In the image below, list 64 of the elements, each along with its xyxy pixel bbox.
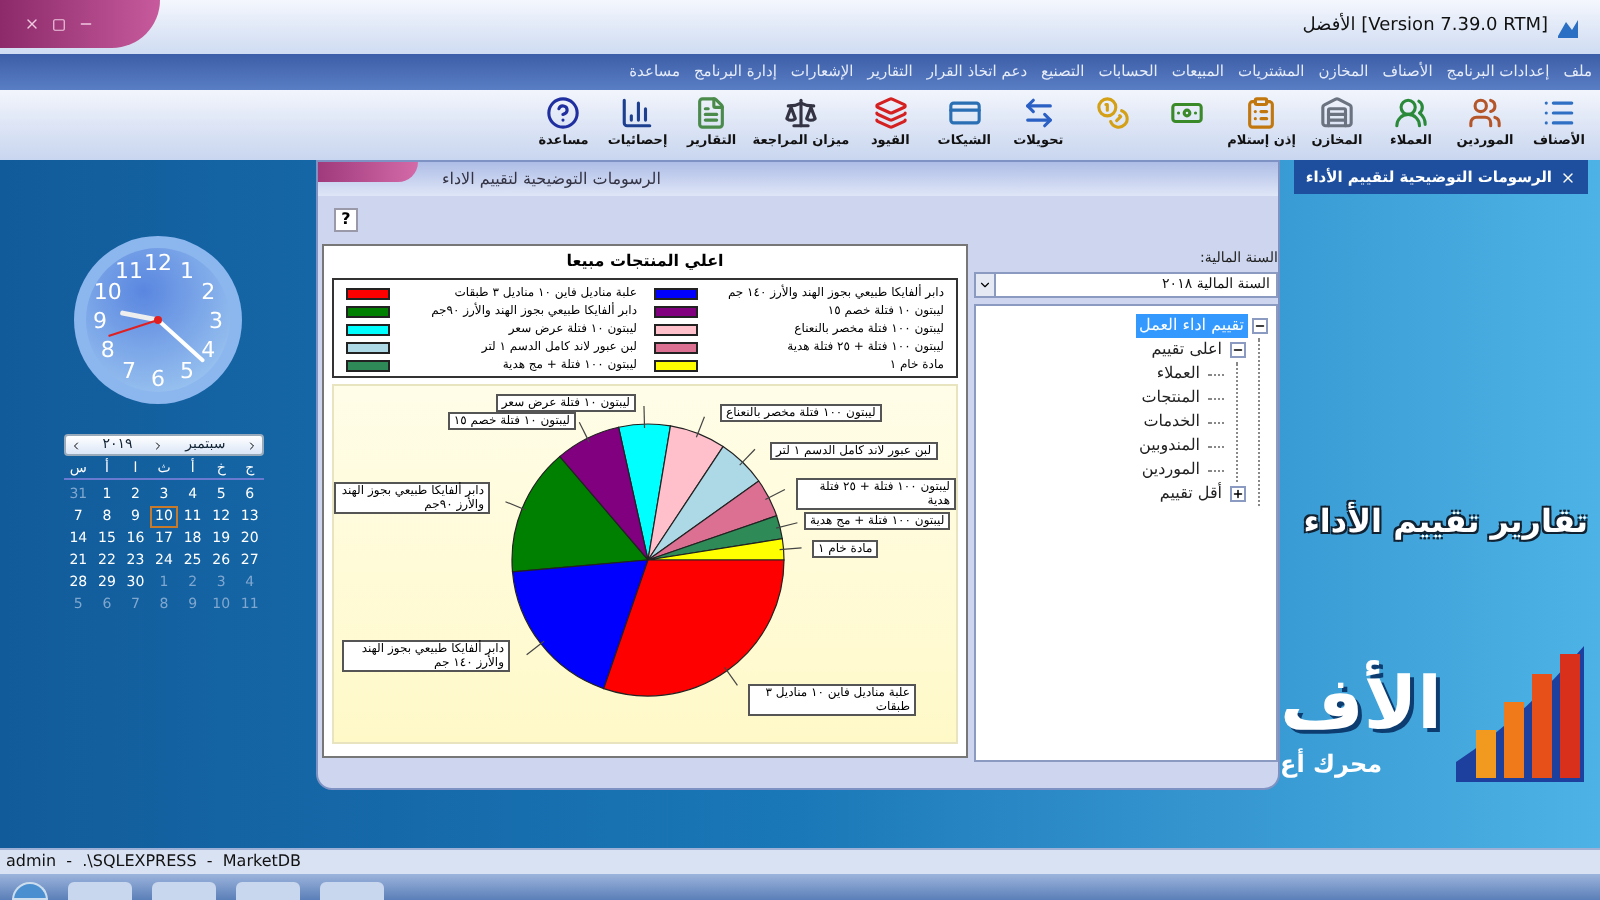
- clock-numeral: 7: [122, 358, 136, 385]
- leader-line: [695, 416, 706, 438]
- bar-chart-icon: [620, 96, 655, 130]
- tree-item[interactable]: العملاء: [1152, 362, 1204, 386]
- leader-line: [578, 421, 590, 443]
- clock-numeral: 11: [115, 257, 143, 284]
- people-icon: [1394, 96, 1428, 130]
- clock-numeral: 12: [144, 250, 172, 276]
- next-icon[interactable]: [152, 439, 165, 451]
- clock-numeral: 2: [201, 279, 216, 305]
- chart-title: اعلي المنتجات مبيعا: [566, 250, 724, 274]
- leader-line: [764, 488, 786, 501]
- clipboard-icon: [1244, 96, 1279, 130]
- second-hand: [107, 319, 159, 338]
- list-icon: [1542, 96, 1576, 130]
- document-icon: [694, 96, 729, 130]
- expander-icon[interactable]: [1230, 486, 1246, 502]
- tree-item[interactable]: أقل تقييم: [1155, 482, 1226, 506]
- expander-icon[interactable]: [1230, 342, 1246, 358]
- leader-line: [526, 640, 545, 656]
- help-icon: [546, 96, 581, 130]
- warehouse-icon: [1320, 96, 1354, 130]
- help-button[interactable]: ?: [334, 208, 358, 232]
- window-title: [Version 7.39.0 RTM] الأفضل: [1302, 13, 1548, 40]
- clock-numeral: 4: [201, 337, 216, 363]
- close-icon[interactable]: [24, 16, 40, 32]
- leader-line: [775, 522, 799, 529]
- minute-hand: [156, 318, 205, 363]
- banner-title: تقارير تقييم الأداء: [1303, 499, 1588, 544]
- clock-numeral: 8: [100, 337, 115, 363]
- header-swoosh: [318, 162, 418, 182]
- leader-line: [739, 448, 756, 466]
- people-icon: [1468, 96, 1502, 130]
- clock-numeral: 1: [180, 257, 194, 284]
- tree-item[interactable]: المنتجات: [1137, 386, 1204, 410]
- clock-numeral: 5: [180, 358, 194, 385]
- tree-item[interactable]: الخدمات: [1139, 410, 1204, 434]
- app-icon: [1556, 15, 1580, 39]
- clock-numeral: 3: [209, 308, 223, 334]
- layers-icon: [873, 96, 908, 130]
- window-title: الرسومات التوضيحية لتقييم الاداء: [442, 167, 661, 191]
- clock-numeral: 10: [93, 279, 122, 305]
- tree-item[interactable]: اعلى تقييم: [1147, 338, 1226, 362]
- arrows-icon: [1021, 96, 1056, 130]
- start-button[interactable]: [12, 882, 48, 900]
- scale-icon: [783, 96, 818, 130]
- leader-line: [643, 405, 646, 429]
- clock-numeral: 9: [93, 308, 107, 334]
- leader-line: [504, 501, 527, 511]
- tree-item[interactable]: الموردين: [1137, 458, 1204, 482]
- leader-line: [724, 666, 739, 686]
- expander-icon[interactable]: [1252, 318, 1268, 334]
- maximize-icon[interactable]: [52, 17, 66, 31]
- connection-status: admin - .\SQLEXPRESS - MarketDB: [6, 850, 302, 874]
- clock-numeral: 6: [151, 366, 165, 392]
- card-icon: [947, 96, 982, 130]
- dropdown-icon: [978, 278, 992, 292]
- hour-hand: [120, 310, 161, 323]
- coins-icon: [1095, 96, 1130, 130]
- previous-icon[interactable]: [70, 439, 82, 451]
- next-icon[interactable]: [245, 439, 258, 451]
- leader-line: [779, 547, 803, 551]
- logo-tagline: محرك أع: [1280, 746, 1383, 782]
- tree-item[interactable]: المندوبين: [1135, 434, 1204, 458]
